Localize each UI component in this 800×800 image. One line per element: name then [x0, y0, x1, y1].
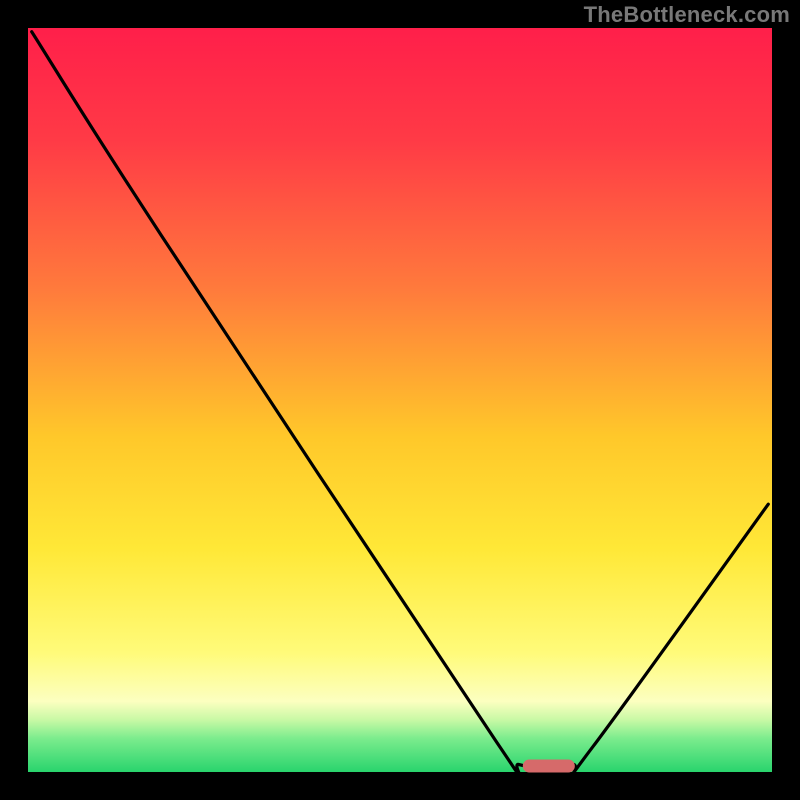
chart-frame: TheBottleneck.com — [0, 0, 800, 800]
watermark-text: TheBottleneck.com — [584, 2, 790, 28]
chart-background — [28, 28, 772, 772]
chart-svg — [0, 0, 800, 800]
optimal-marker — [523, 760, 575, 773]
